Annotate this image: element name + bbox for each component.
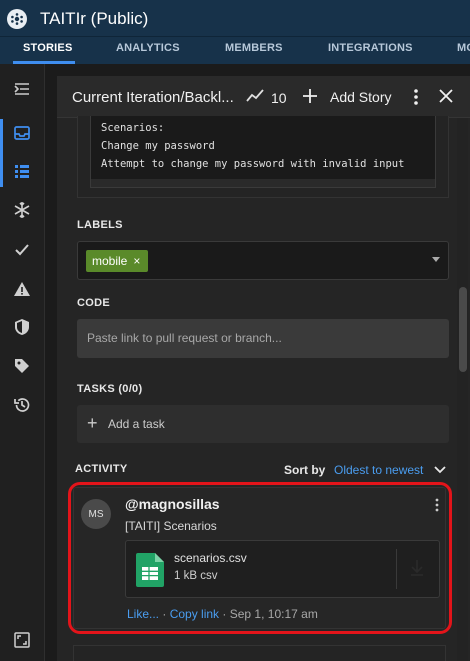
description-line: Scenarios: xyxy=(101,122,165,134)
panel-title[interactable]: Current Iteration/Backl... xyxy=(72,89,237,106)
tab-analytics[interactable]: ANALYTICS xyxy=(116,42,180,54)
fullscreen-icon[interactable] xyxy=(11,629,33,651)
labels-heading: LABELS xyxy=(77,219,123,231)
remove-label-icon[interactable]: × xyxy=(133,254,140,268)
check-icon[interactable] xyxy=(11,239,33,261)
project-title[interactable]: TAITIr (Public) xyxy=(40,9,148,29)
activity-heading: ACTIVITY xyxy=(75,463,128,475)
code-heading: CODE xyxy=(77,297,110,309)
snowflake-icon[interactable] xyxy=(11,199,33,221)
pull-request-input[interactable]: Paste link to pull request or branch... xyxy=(77,319,449,358)
list-icon[interactable] xyxy=(11,160,33,182)
next-comment-card xyxy=(73,645,446,661)
highlight-annotation xyxy=(68,482,452,634)
top-bar: TAITIr (Public) xyxy=(0,0,470,37)
inbox-icon[interactable] xyxy=(11,122,33,144)
label-chip-text: mobile xyxy=(92,254,128,268)
tasks-heading: TASKS (0/0) xyxy=(77,383,143,395)
description-code-block[interactable]: Scenarios: Change my password Attempt to… xyxy=(90,116,436,188)
close-icon[interactable] xyxy=(438,88,454,104)
tab-more[interactable]: MO xyxy=(457,42,470,54)
sort-order-dropdown[interactable]: Oldest to newest xyxy=(334,463,423,477)
panel-scrollbar-thumb[interactable] xyxy=(459,287,467,372)
label-chip-mobile: mobile × xyxy=(86,250,149,272)
warning-icon[interactable] xyxy=(11,278,33,300)
plus-icon[interactable] xyxy=(302,88,318,104)
sort-by-label: Sort by xyxy=(284,463,326,477)
description-line: Change my password xyxy=(101,140,215,152)
plus-icon: + xyxy=(87,413,98,433)
collapse-menu-icon[interactable] xyxy=(11,78,33,100)
sidebar xyxy=(0,64,45,661)
tab-integrations[interactable]: INTEGRATIONS xyxy=(328,42,413,54)
panel-header: Current Iteration/Backl... 10 Add Story xyxy=(57,76,470,118)
more-options-icon[interactable] xyxy=(413,88,419,106)
code-horizontal-scrollbar[interactable] xyxy=(91,179,435,187)
velocity-icon xyxy=(246,88,264,104)
tag-icon[interactable] xyxy=(11,355,33,377)
add-task-button[interactable]: + Add a task xyxy=(77,405,449,443)
history-icon[interactable] xyxy=(11,394,33,416)
project-logo-icon[interactable] xyxy=(7,9,27,29)
tab-members[interactable]: MEMBERS xyxy=(225,42,283,54)
dropdown-arrow-icon[interactable] xyxy=(432,257,440,262)
tab-stories[interactable]: STORIES xyxy=(23,42,73,54)
labels-select[interactable]: mobile × xyxy=(77,241,449,280)
project-tabs: STORIES ANALYTICS MEMBERS INTEGRATIONS M… xyxy=(0,37,470,64)
sidebar-active-indicator xyxy=(0,119,3,187)
panel-scrollbar-track[interactable] xyxy=(457,118,468,661)
add-story-button[interactable]: Add Story xyxy=(330,89,391,105)
shield-icon[interactable] xyxy=(11,316,33,338)
description-line: Attempt to change my password with inval… xyxy=(101,158,405,170)
chevron-down-icon[interactable] xyxy=(434,462,446,480)
points-count: 10 xyxy=(271,90,287,106)
add-task-label: Add a task xyxy=(108,417,165,431)
